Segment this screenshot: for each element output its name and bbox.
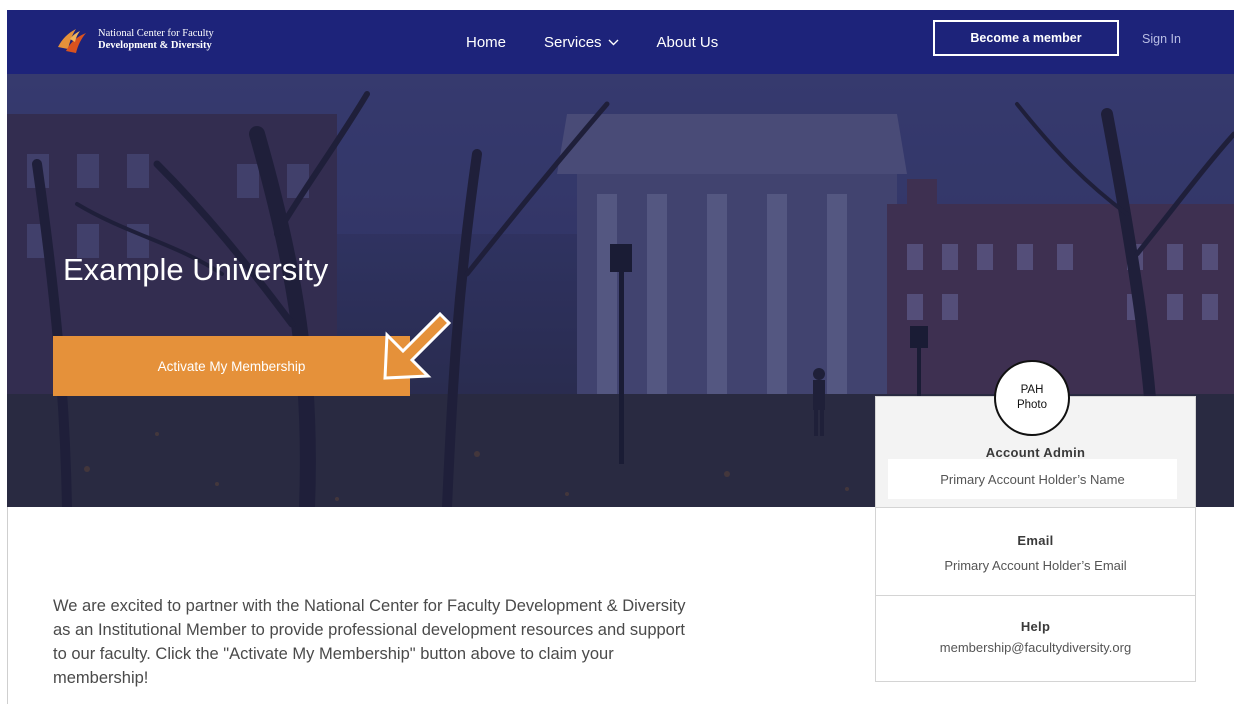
logo-line2: Development & Diversity bbox=[98, 40, 212, 51]
help-email-link[interactable]: membership@facultydiversity.org bbox=[876, 640, 1195, 655]
chevron-down-icon bbox=[608, 39, 619, 45]
account-info-card: Account Admin Primary Account Holder’s N… bbox=[875, 396, 1196, 682]
pah-photo-avatar: PAH Photo bbox=[994, 360, 1070, 436]
arrow-down-left-icon bbox=[383, 311, 452, 380]
sign-in-link[interactable]: Sign In bbox=[1142, 32, 1181, 46]
site-logo[interactable]: National Center for Faculty Development … bbox=[54, 25, 214, 55]
activate-membership-button[interactable]: Activate My Membership bbox=[53, 336, 410, 396]
logo-line1: National Center for Faculty bbox=[98, 28, 214, 39]
main-nav: Home Services About Us bbox=[466, 10, 756, 74]
nav-services[interactable]: Services bbox=[544, 34, 619, 51]
photo-line1: PAH bbox=[1020, 384, 1044, 396]
nav-about-us[interactable]: About Us bbox=[657, 34, 719, 51]
admin-name-value: Primary Account Holder’s Name bbox=[888, 459, 1177, 499]
email-section: Email Primary Account Holder’s Email bbox=[876, 533, 1195, 573]
nav-home[interactable]: Home bbox=[466, 34, 506, 51]
nav-services-label: Services bbox=[544, 33, 602, 51]
help-label: Help bbox=[1020, 619, 1051, 634]
card-divider-1 bbox=[876, 507, 1195, 508]
institution-title: Example University bbox=[63, 252, 329, 287]
email-label: Email bbox=[1017, 533, 1054, 548]
help-section: Help membership@facultydiversity.org bbox=[876, 619, 1195, 655]
card-divider-2 bbox=[876, 595, 1195, 596]
intro-paragraph: We are excited to partner with the Natio… bbox=[53, 597, 686, 687]
become-member-button[interactable]: Become a member bbox=[933, 20, 1119, 56]
logo-text: National Center for Faculty Development … bbox=[98, 28, 214, 52]
top-navbar: National Center for Faculty Development … bbox=[7, 10, 1234, 74]
photo-line2: Photo bbox=[1016, 399, 1048, 411]
admin-label: Account Admin bbox=[985, 445, 1086, 460]
email-value: Primary Account Holder’s Email bbox=[944, 558, 1127, 573]
ncfdd-flame-logo-icon bbox=[58, 29, 86, 53]
